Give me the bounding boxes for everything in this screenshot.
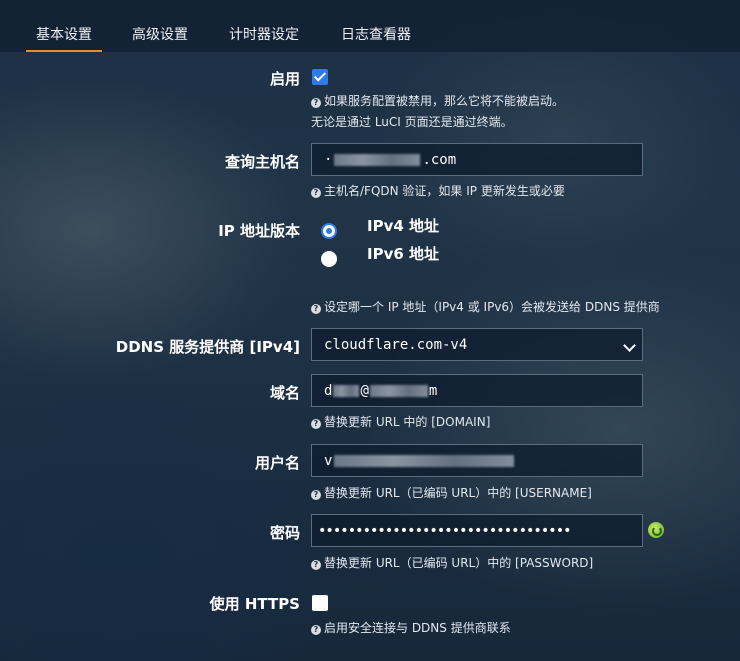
lookup-host-value-prefix: · [324,151,333,168]
enable-help: ? 如果服务配置被禁用，那么它将不能被启动。 [311,91,564,112]
username-value-prefix: v [324,452,333,469]
ipv6-radio[interactable] [321,251,337,267]
enable-label: 启用 [269,70,300,88]
domain-help: ? 替换更新 URL 中的 [DOMAIN] [311,412,490,433]
enable-help-line2: 无论是通过 LuCI 页面还是通过终端。 [311,115,513,129]
lookup-host-value-suffix: .com [422,151,457,168]
question-circle-icon: ? [311,304,321,314]
domain-value-prefix: d [324,382,333,399]
password-help-text: 替换更新 URL（已编码 URL）中的 [PASSWORD] [324,556,594,570]
enable-help-2: 无论是通过 LuCI 页面还是通过终端。 [311,112,513,133]
service-label: DDNS 服务提供商 [IPv4] [115,338,300,356]
ipv6-label[interactable]: IPv6 地址 [367,243,439,264]
domain-value-suffix: m [428,382,438,399]
redacted-blur [333,384,360,397]
https-help-text: 启用安全连接与 DDNS 提供商联系 [324,621,511,635]
domain-label: 域名 [269,384,300,402]
ip-version-help: ? 设定哪一个 IP 地址（IPv4 或 IPv6）会被发送给 DDNS 提供商 [311,297,660,318]
redacted-blur [334,153,421,166]
domain-value-middle: @ [360,382,369,399]
domain-help-text: 替换更新 URL 中的 [DOMAIN] [324,415,491,429]
password-masked-value: •••••••••••••••••••••••••••••••••• [318,522,572,539]
domain-input[interactable]: d @ m [311,374,643,407]
password-label: 密码 [269,524,300,542]
lookup-host-help: ? 主机名/FQDN 验证，如果 IP 更新发生或必要 [311,181,565,202]
https-checkbox[interactable] [312,595,328,611]
https-help: ? 启用安全连接与 DDNS 提供商联系 [311,618,511,639]
username-help: ? 替换更新 URL（已编码 URL）中的 [USERNAME] [311,483,592,504]
lookup-host-help-text: 主机名/FQDN 验证，如果 IP 更新发生或必要 [324,184,565,198]
ipv4-radio[interactable] [321,223,337,239]
chevron-down-icon [623,339,636,352]
question-circle-icon: ? [311,490,321,500]
question-circle-icon: ? [311,560,321,570]
tab-bar: 基本设置 高级设置 计时器设定 日志查看器 [0,0,740,52]
username-label: 用户名 [254,454,300,472]
tab-timer-settings[interactable]: 计时器设定 [229,0,299,52]
lookup-host-label: 查询主机名 [224,153,300,171]
tab-basic-settings[interactable]: 基本设置 [26,0,102,52]
ip-version-help-text: 设定哪一个 IP 地址（IPv4 或 IPv6）会被发送给 DDNS 提供商 [324,300,660,314]
question-circle-icon: ? [311,625,321,635]
enable-checkbox[interactable] [312,69,328,85]
question-circle-icon: ? [311,419,321,429]
enable-help-line1: 如果服务配置被禁用，那么它将不能被启动。 [324,94,565,108]
ipv4-label[interactable]: IPv4 地址 [367,215,439,236]
redacted-blur [334,454,515,467]
question-circle-icon: ? [311,188,321,198]
username-input[interactable]: v [311,444,643,477]
lookup-host-input[interactable]: · .com [311,143,643,176]
ip-version-label: IP 地址版本 [218,222,300,240]
password-input[interactable]: •••••••••••••••••••••••••••••••••• [311,514,643,547]
password-help: ? 替换更新 URL（已编码 URL）中的 [PASSWORD] [311,553,593,574]
service-select[interactable]: cloudflare.com-v4 [311,328,643,361]
service-select-value: cloudflare.com-v4 [324,336,468,353]
question-circle-icon: ? [311,98,321,108]
tab-advanced-settings[interactable]: 高级设置 [132,0,188,52]
redacted-blur [369,384,428,397]
tab-log-viewer[interactable]: 日志查看器 [341,0,411,52]
reveal-password-icon[interactable] [648,522,664,538]
https-label: 使用 HTTPS [209,595,300,613]
username-help-text: 替换更新 URL（已编码 URL）中的 [USERNAME] [324,486,592,500]
